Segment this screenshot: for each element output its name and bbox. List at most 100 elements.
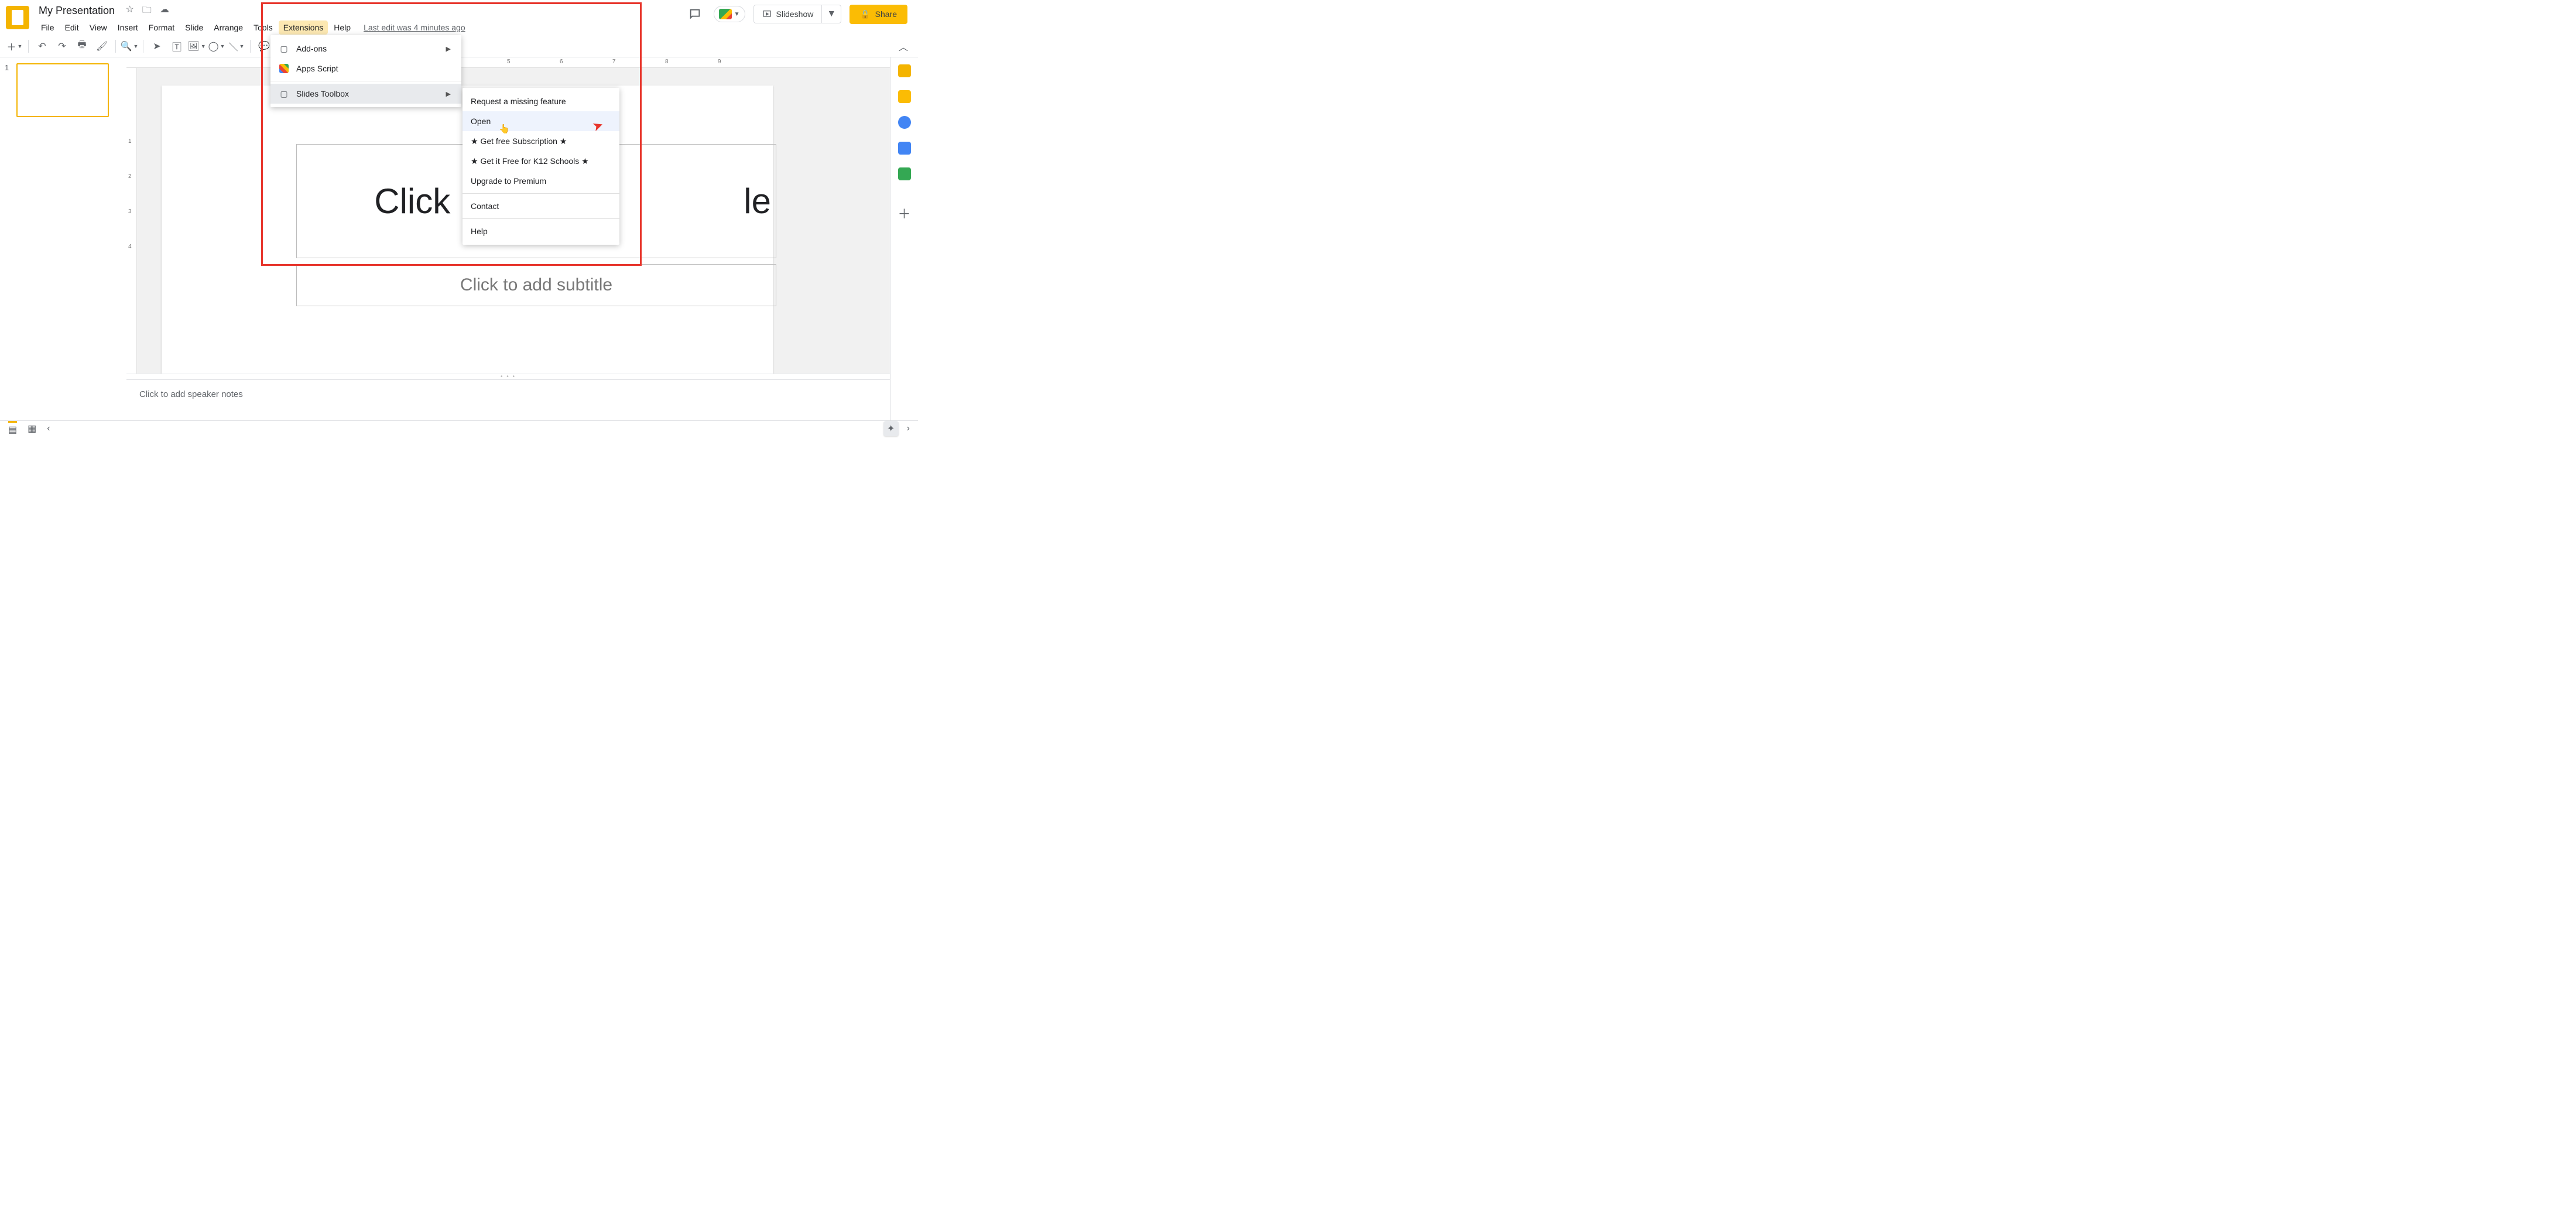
print-button[interactable]: 🖶 bbox=[73, 38, 91, 54]
speaker-notes[interactable]: Click to add speaker notes bbox=[126, 379, 890, 420]
ruler-tick: 1 bbox=[128, 138, 132, 145]
last-edit-link[interactable]: Last edit was 4 minutes ago bbox=[360, 20, 469, 35]
thumbnail-panel: 1 bbox=[0, 57, 126, 420]
document-title[interactable]: My Presentation bbox=[36, 4, 117, 18]
slideshow-dropdown[interactable]: ▼ bbox=[821, 5, 841, 23]
title-visible-left: Click bbox=[374, 181, 450, 221]
separator bbox=[28, 40, 29, 53]
shape-tool[interactable]: ◯▼ bbox=[208, 38, 225, 54]
submenu-upgrade[interactable]: Upgrade to Premium bbox=[463, 171, 619, 191]
share-button[interactable]: 🔒 Share bbox=[849, 5, 907, 24]
menu-help[interactable]: Help bbox=[329, 20, 355, 35]
collapse-filmstrip-icon[interactable]: ‹ bbox=[47, 423, 50, 434]
ruler-tick: 2 bbox=[128, 173, 132, 180]
line-tool[interactable]: ＼▼ bbox=[228, 38, 245, 54]
slideshow-button[interactable]: Slideshow bbox=[754, 6, 822, 22]
undo-button[interactable]: ↶ bbox=[33, 38, 51, 54]
slideshow-group: Slideshow ▼ bbox=[753, 5, 842, 23]
notes-resize-handle[interactable]: • • • bbox=[126, 374, 890, 379]
subtitle-text: Click to add subtitle bbox=[460, 275, 612, 295]
header-bar: My Presentation ☆ 🗀 ☁ File Edit View Ins… bbox=[0, 0, 918, 35]
thumb-number: 1 bbox=[5, 63, 13, 117]
menu-slides-toolbox[interactable]: ▢ Slides Toolbox ▶ bbox=[270, 84, 461, 104]
menu-tools[interactable]: Tools bbox=[249, 20, 278, 35]
menu-insert[interactable]: Insert bbox=[113, 20, 143, 35]
tasks-icon[interactable] bbox=[898, 116, 911, 129]
submenu-request-label: Request a missing feature bbox=[471, 97, 566, 106]
menu-format[interactable]: Format bbox=[144, 20, 179, 35]
paint-format-button[interactable]: 🖌 bbox=[93, 38, 111, 54]
submenu-free-sub-label: ★ Get free Subscription ★ bbox=[471, 136, 567, 146]
toolbox-icon: ▢ bbox=[279, 88, 289, 99]
apps-script-icon bbox=[279, 63, 289, 74]
collapse-toolbar[interactable]: ︿ bbox=[895, 38, 912, 54]
menu-file[interactable]: File bbox=[36, 20, 59, 35]
zoom-button[interactable]: 🔍▼ bbox=[121, 38, 138, 54]
menu-separator bbox=[463, 218, 619, 219]
contacts-icon[interactable] bbox=[898, 142, 911, 155]
share-label: Share bbox=[875, 9, 897, 19]
ruler-tick: 3 bbox=[128, 208, 132, 215]
submenu-free-subscription[interactable]: ★ Get free Subscription ★ bbox=[463, 131, 619, 151]
addons-icon: ▢ bbox=[279, 43, 289, 54]
submenu-contact-label: Contact bbox=[471, 201, 499, 211]
separator bbox=[250, 40, 251, 53]
comments-icon[interactable] bbox=[684, 4, 705, 25]
filmstrip-view-icon[interactable]: ▤ bbox=[8, 421, 17, 436]
menu-slides-toolbox-label: Slides Toolbox bbox=[296, 89, 349, 98]
menu-arrange[interactable]: Arrange bbox=[209, 20, 248, 35]
meet-button[interactable]: ▼ bbox=[714, 6, 745, 22]
image-tool[interactable]: 🖼▼ bbox=[188, 38, 205, 54]
bottom-bar: ▤ ▦ ‹ ✦ › bbox=[0, 420, 918, 436]
explore-button[interactable]: ✦ bbox=[883, 421, 899, 436]
menu-apps-script-label: Apps Script bbox=[296, 64, 338, 73]
submenu-k12[interactable]: ★ Get it Free for K12 Schools ★ bbox=[463, 151, 619, 171]
select-tool[interactable]: ➤ bbox=[148, 38, 166, 54]
submenu-help[interactable]: Help bbox=[463, 221, 619, 241]
title-visible-right: le bbox=[744, 181, 771, 221]
menu-slide[interactable]: Slide bbox=[180, 20, 208, 35]
menu-view[interactable]: View bbox=[85, 20, 112, 35]
calendar-icon[interactable] bbox=[898, 64, 911, 77]
submenu-arrow-icon: ▶ bbox=[446, 45, 451, 53]
slides-logo[interactable] bbox=[6, 6, 29, 29]
add-addon-icon[interactable]: ＋ bbox=[898, 204, 910, 223]
ruler-tick: 4 bbox=[128, 244, 132, 250]
lock-icon: 🔒 bbox=[860, 9, 870, 19]
menu-addons[interactable]: ▢ Add-ons ▶ bbox=[270, 39, 461, 59]
slides-toolbox-submenu: Request a missing feature Open ★ Get fre… bbox=[463, 88, 619, 245]
ruler-tick: 9 bbox=[718, 59, 721, 65]
maps-icon[interactable] bbox=[898, 167, 911, 180]
submenu-arrow-icon: ▶ bbox=[446, 90, 451, 98]
submenu-request-feature[interactable]: Request a missing feature bbox=[463, 91, 619, 111]
redo-button[interactable]: ↷ bbox=[53, 38, 71, 54]
menu-edit[interactable]: Edit bbox=[60, 20, 84, 35]
ruler-vertical: 1 2 3 4 bbox=[126, 68, 137, 374]
menu-apps-script[interactable]: Apps Script bbox=[270, 59, 461, 78]
submenu-contact[interactable]: Contact bbox=[463, 196, 619, 216]
ruler-tick: 5 bbox=[507, 59, 511, 65]
separator bbox=[115, 40, 116, 53]
cloud-status-icon[interactable]: ☁ bbox=[160, 4, 169, 19]
submenu-open[interactable]: Open bbox=[463, 111, 619, 131]
keep-icon[interactable] bbox=[898, 90, 911, 103]
menu-separator bbox=[463, 193, 619, 194]
menu-extensions[interactable]: Extensions bbox=[279, 20, 328, 35]
expand-sidepanel-icon[interactable]: › bbox=[907, 423, 910, 434]
meet-icon bbox=[719, 9, 732, 19]
side-panel: ＋ bbox=[890, 57, 918, 420]
subtitle-placeholder[interactable]: Click to add subtitle bbox=[296, 264, 776, 306]
star-icon[interactable]: ☆ bbox=[126, 4, 134, 19]
chevron-down-icon: ▼ bbox=[734, 11, 740, 18]
slide-thumbnail-1[interactable] bbox=[16, 63, 109, 117]
grid-view-icon[interactable]: ▦ bbox=[28, 423, 36, 434]
extensions-menu: ▢ Add-ons ▶ Apps Script ▢ Slides Toolbox… bbox=[270, 35, 461, 107]
ruler-tick: 8 bbox=[665, 59, 669, 65]
ruler-tick: 6 bbox=[560, 59, 563, 65]
new-slide-button[interactable]: ＋▼ bbox=[6, 38, 23, 54]
textbox-tool[interactable]: 🅃 bbox=[168, 38, 186, 54]
submenu-k12-label: ★ Get it Free for K12 Schools ★ bbox=[471, 156, 589, 166]
menubar: File Edit View Insert Format Slide Arran… bbox=[36, 20, 469, 35]
ruler-horizontal: 5 6 7 8 9 bbox=[126, 57, 890, 68]
move-icon[interactable]: 🗀 bbox=[142, 4, 152, 19]
